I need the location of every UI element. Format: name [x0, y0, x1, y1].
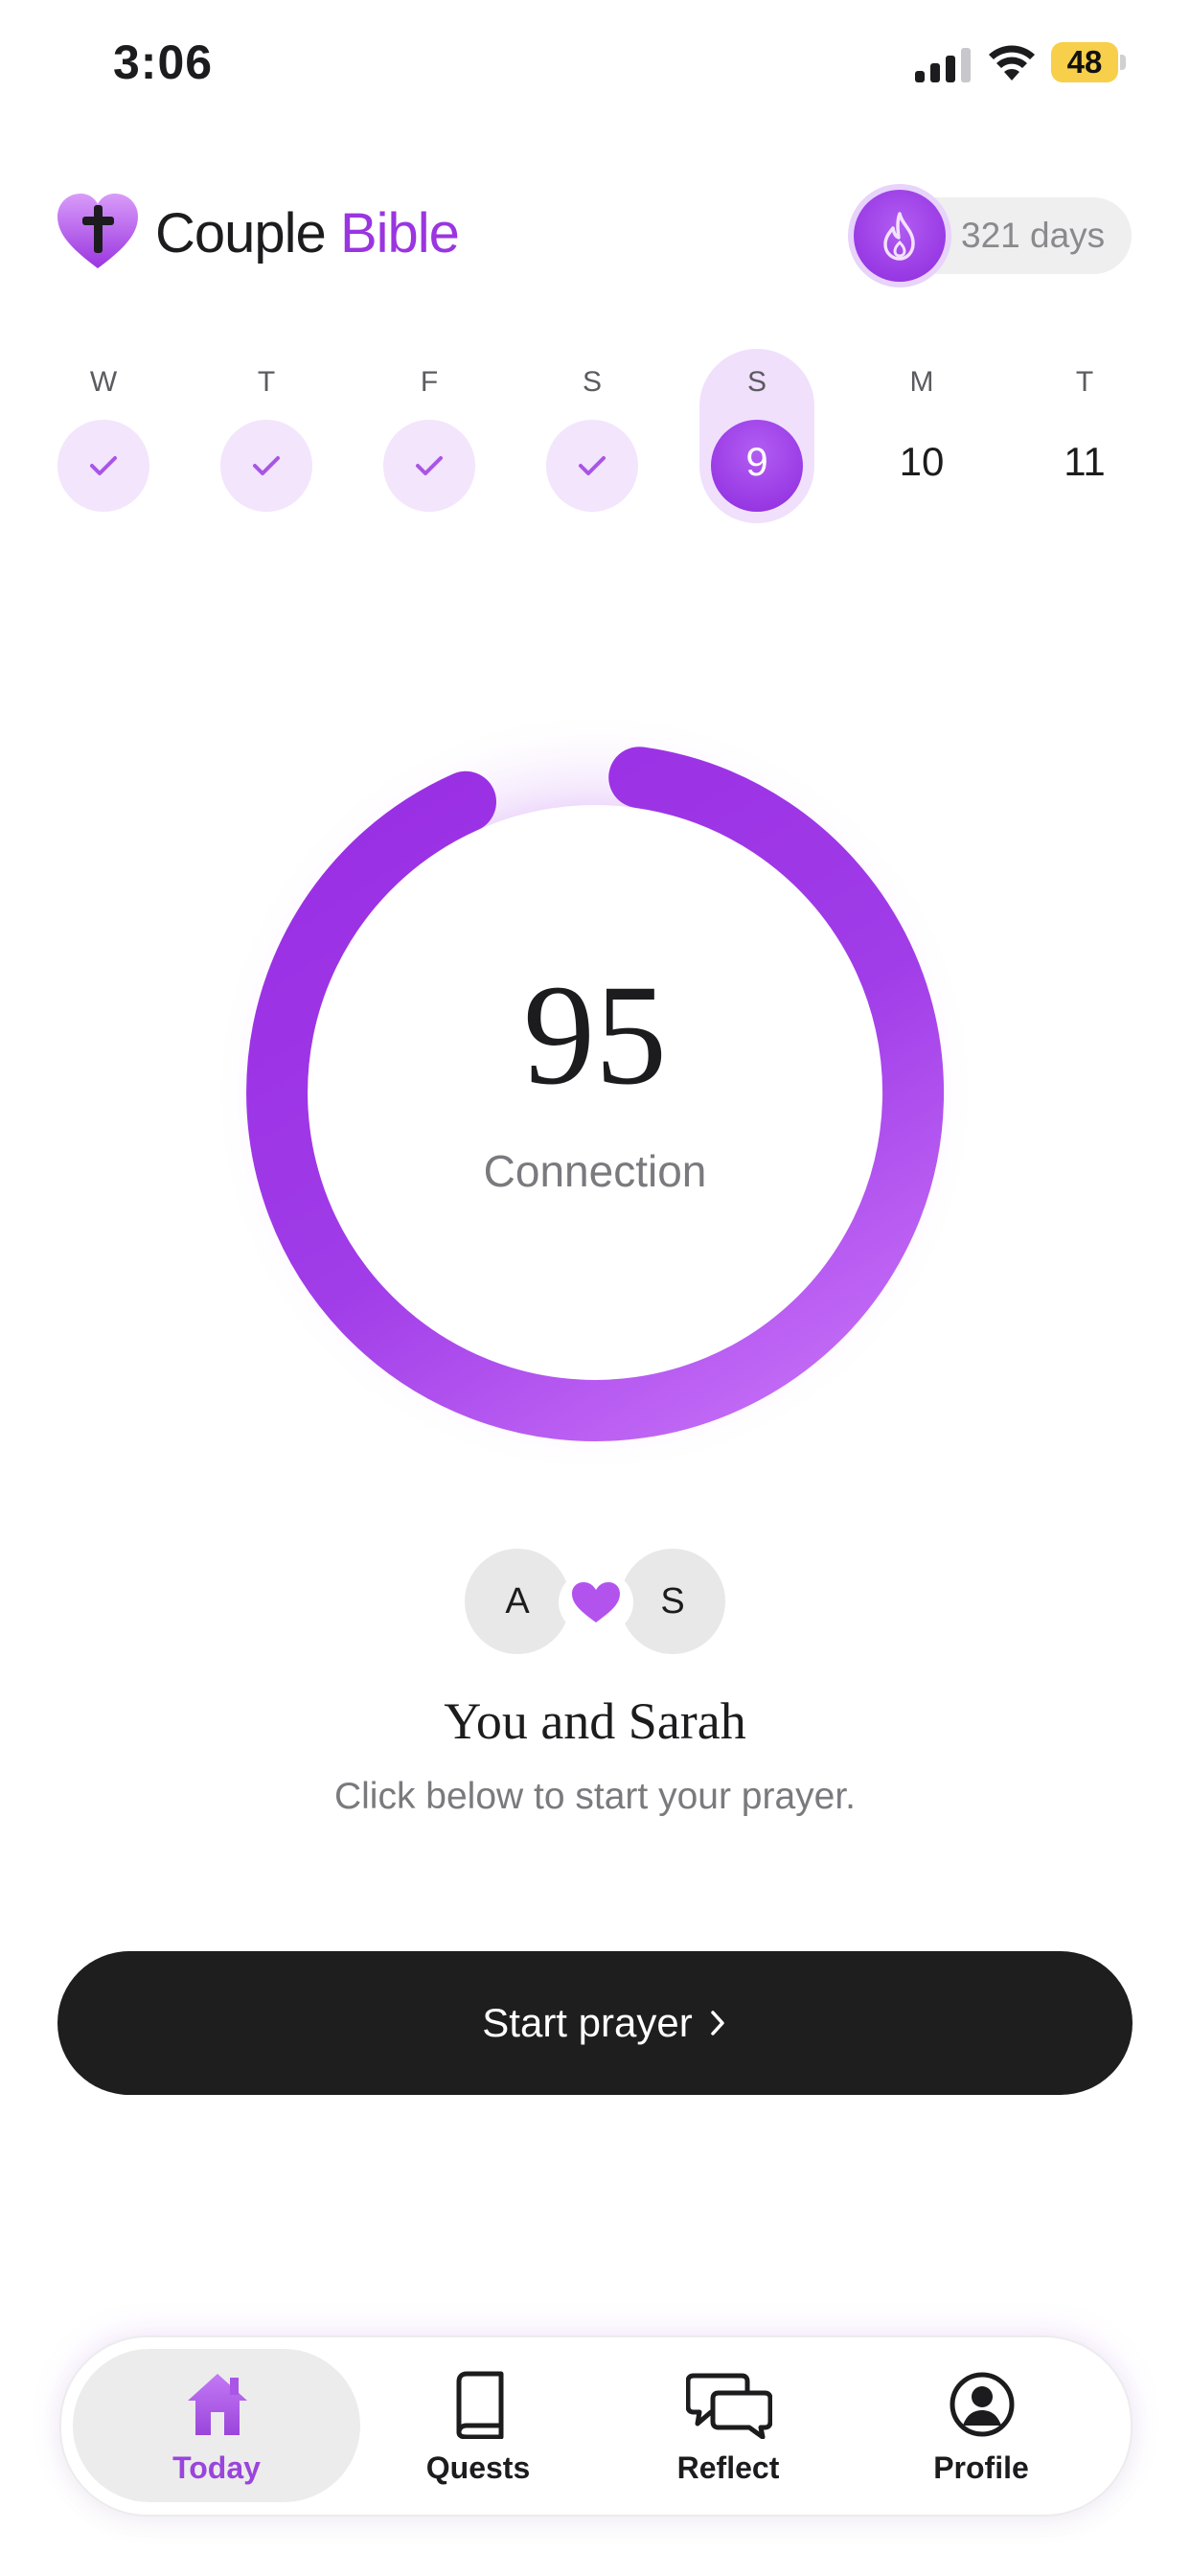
status-bar: 3:06 48 [0, 0, 1190, 125]
day-letter: W [89, 366, 118, 398]
day-done-circle [220, 420, 312, 512]
day-wednesday[interactable]: W [46, 345, 161, 527]
chevron-right-icon [711, 2011, 724, 2036]
check-icon [253, 456, 280, 475]
tab-today[interactable]: Today [73, 2349, 360, 2502]
streak-pill[interactable]: 321 days [854, 190, 1132, 282]
day-friday[interactable]: F [372, 345, 487, 527]
day-number: 9 [745, 439, 768, 484]
day-letter: S [746, 366, 767, 398]
week-strip: W T F S S 9 M 10 T 11 [0, 345, 1190, 537]
check-icon [416, 456, 443, 475]
day-tuesday[interactable]: T 11 [1027, 345, 1142, 527]
tab-label: Today [172, 2450, 261, 2485]
start-prayer-button[interactable]: Start prayer [57, 1951, 1133, 2095]
day-done-circle [57, 420, 149, 512]
tab-label: Quests [425, 2450, 531, 2485]
day-monday[interactable]: M 10 [864, 345, 979, 527]
profile-icon [950, 2372, 1015, 2437]
tab-profile[interactable]: Profile [837, 2349, 1125, 2502]
day-number: 11 [1064, 439, 1106, 484]
wifi-icon [989, 45, 1035, 80]
streak-badge [854, 190, 946, 282]
check-icon [90, 456, 117, 475]
tab-label: Profile [933, 2450, 1029, 2485]
day-number: 10 [899, 439, 945, 484]
cellular-signal-icon [915, 48, 971, 82]
avatar-user: A [465, 1549, 570, 1654]
home-icon [188, 2374, 247, 2435]
couple-subtitle: Click below to start your prayer. [333, 1776, 857, 1817]
day-letter: F [420, 366, 439, 398]
book-icon [456, 2371, 504, 2439]
tab-label: Reflect [676, 2450, 780, 2485]
battery-level: 48 [1066, 44, 1103, 80]
day-done-circle [546, 420, 638, 512]
day-saturday[interactable]: S [535, 345, 650, 527]
app-title-part2: Bible [339, 202, 460, 264]
day-letter: M [909, 366, 934, 398]
day-sunday-current[interactable]: S 9 [699, 345, 814, 527]
day-letter: T [257, 366, 276, 398]
start-prayer-label: Start prayer [482, 2000, 693, 2045]
heart-badge [559, 1569, 633, 1636]
connection-label: Connection [483, 1146, 707, 1196]
tab-quests[interactable]: Quests [334, 2349, 622, 2502]
tab-bar: Today Quests Reflect Profile [59, 2335, 1133, 2517]
heart-cross-icon [57, 194, 138, 268]
check-icon [579, 456, 606, 475]
day-letter: T [1075, 366, 1094, 398]
flame-icon [883, 212, 915, 261]
avatar-partner: S [620, 1549, 725, 1654]
heart-icon [572, 1582, 620, 1622]
tab-reflect[interactable]: Reflect [584, 2349, 872, 2502]
battery-icon: 48 [1051, 42, 1126, 82]
chat-bubbles-icon [686, 2373, 772, 2439]
day-done-circle [383, 420, 475, 512]
day-letter: S [582, 366, 602, 398]
day-thursday[interactable]: T [209, 345, 324, 527]
connection-score: 95 [523, 955, 667, 1115]
status-time: 3:06 [113, 35, 214, 89]
app-title-part1: Couple [155, 202, 327, 264]
streak-days: 321 days [961, 216, 1106, 255]
app-title: Couple Bible [155, 201, 460, 265]
couple-title: You and Sarah [444, 1692, 746, 1750]
